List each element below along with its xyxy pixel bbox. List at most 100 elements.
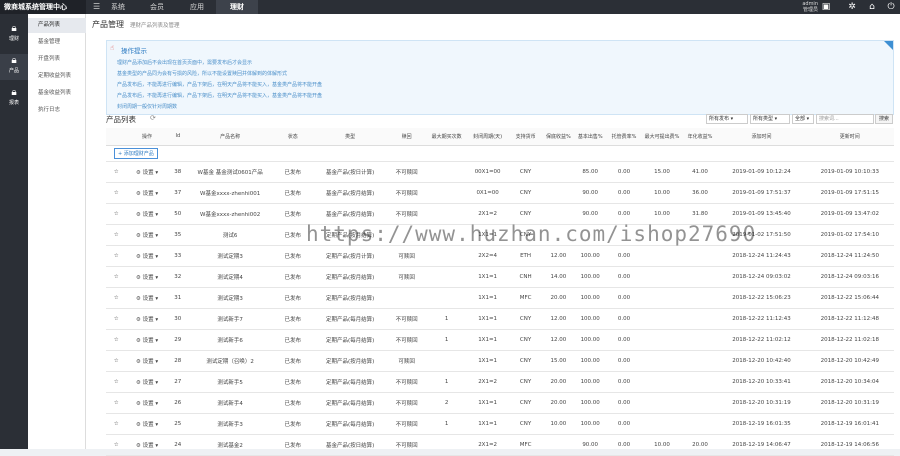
- settings-dropdown[interactable]: ⚙ 设置 ▾: [126, 287, 168, 309]
- favorite-star-icon[interactable]: ☆: [106, 287, 127, 309]
- table-cell: 00X1=00: [467, 161, 509, 183]
- settings-dropdown[interactable]: ⚙ 设置 ▾: [126, 413, 168, 435]
- settings-dropdown[interactable]: ⚙ 设置 ▾: [126, 266, 168, 288]
- favorite-star-icon[interactable]: ☆: [106, 329, 127, 351]
- submenu-item-fixed-income[interactable]: 定期收益列表: [28, 69, 86, 84]
- favorite-star-icon[interactable]: ☆: [106, 161, 127, 183]
- table-cell: ETH: [508, 245, 544, 267]
- table-cell: 已发布: [272, 287, 314, 309]
- sidebar-item-products[interactable]: 🔒︎ 产品: [0, 54, 28, 80]
- search-button[interactable]: 搜索: [875, 114, 893, 124]
- power-icon[interactable]: ⏻: [885, 0, 897, 14]
- settings-dropdown[interactable]: ⚙ 设置 ▾: [126, 329, 168, 351]
- favorite-star-icon[interactable]: ☆: [106, 224, 127, 246]
- table-cell: 2019-01-09 17:51:37: [717, 182, 806, 204]
- type-filter-select[interactable]: 所有类型 ▾: [750, 114, 790, 124]
- tip-line: 产品发布后，不能再进行编辑，产品下架后，在明天产品将不能买入，基金类产品将不能开…: [117, 82, 323, 88]
- gear-icon: ⚙: [135, 295, 143, 302]
- settings-dropdown[interactable]: ⚙ 设置 ▾: [126, 203, 168, 225]
- sidebar-item-label: 产品: [8, 68, 19, 74]
- settings-dropdown[interactable]: ⚙ 设置 ▾: [126, 308, 168, 330]
- gear-icon: ⚙: [135, 169, 143, 176]
- table-cell: 定期产品(按月结算): [313, 266, 388, 288]
- sidebar-item-reports[interactable]: 🔒︎ 报表: [0, 86, 28, 112]
- submenu-item-product-list[interactable]: 产品列表: [28, 18, 86, 33]
- table-cell: 测试定期（召唤）2: [188, 350, 273, 372]
- table-cell: 2018-12-24 11:24:43: [717, 245, 806, 267]
- favorite-star-icon[interactable]: ☆: [106, 434, 127, 456]
- chevron-down-icon: ▾: [153, 442, 159, 449]
- nav-apps[interactable]: 应用: [185, 0, 209, 14]
- table-cell: 100.00: [573, 245, 607, 267]
- favorite-star-icon[interactable]: ☆: [106, 203, 127, 225]
- table-cell: 定期产品(每月结算): [313, 392, 388, 414]
- favorite-star-icon[interactable]: ☆: [106, 182, 127, 204]
- user-info[interactable]: admin 管理员: [790, 0, 818, 14]
- network-icon[interactable]: ✲: [846, 0, 858, 14]
- table-cell: 已发布: [272, 371, 314, 393]
- table-cell: 基金产品(按日计算): [313, 161, 388, 183]
- add-row: + 添加理财产品: [106, 145, 894, 162]
- table-cell: 2018-12-20 10:42:49: [805, 350, 894, 372]
- settings-dropdown[interactable]: ⚙ 设置 ▾: [126, 350, 168, 372]
- settings-dropdown[interactable]: ⚙ 设置 ▾: [126, 182, 168, 204]
- favorite-star-icon[interactable]: ☆: [106, 371, 127, 393]
- column-header: 操作: [126, 128, 168, 146]
- favorite-star-icon[interactable]: ☆: [106, 266, 127, 288]
- submenu-item-fund-income[interactable]: 基金收益列表: [28, 86, 86, 101]
- settings-dropdown[interactable]: ⚙ 设置 ▾: [126, 161, 168, 183]
- sidebar-item-finance[interactable]: 🔒︎ 理财: [0, 22, 28, 48]
- table-cell: 1: [426, 413, 468, 435]
- table-cell: [682, 308, 718, 330]
- table-cell: [682, 350, 718, 372]
- table-cell: [682, 245, 718, 267]
- favorite-star-icon[interactable]: ☆: [106, 350, 127, 372]
- scope-filter-value: 全部: [795, 116, 806, 122]
- settings-dropdown[interactable]: ⚙ 设置 ▾: [126, 434, 168, 456]
- table-cell: [426, 434, 468, 456]
- home-icon[interactable]: ⌂: [866, 0, 878, 14]
- table-cell: CNY: [508, 308, 544, 330]
- table-cell: [543, 203, 574, 225]
- table-cell: 2018-12-19 14:06:56: [805, 434, 894, 456]
- status-filter-select[interactable]: 所有发布 ▾: [706, 114, 748, 124]
- column-header: 最大期买次数: [426, 128, 468, 146]
- column-header: 类型: [313, 128, 388, 146]
- nav-finance[interactable]: 理财: [216, 0, 258, 14]
- table-cell: 15.00: [641, 161, 683, 183]
- settings-dropdown[interactable]: ⚙ 设置 ▾: [126, 371, 168, 393]
- chevron-down-icon: ▾: [153, 379, 159, 386]
- column-header: 产品名称: [188, 128, 273, 146]
- table-cell: [682, 287, 718, 309]
- favorite-star-icon[interactable]: ☆: [106, 413, 127, 435]
- settings-label: 设置: [142, 211, 154, 218]
- table-cell: 2018-12-22 11:02:18: [805, 329, 894, 351]
- nav-members[interactable]: 会员: [145, 0, 169, 14]
- table-cell: 不可赎回: [387, 413, 427, 435]
- table-cell: [543, 182, 574, 204]
- settings-dropdown[interactable]: ⚙ 设置 ▾: [126, 245, 168, 267]
- nav-system[interactable]: 系统: [106, 0, 130, 14]
- favorite-star-icon[interactable]: ☆: [106, 245, 127, 267]
- table-cell: 100.00: [573, 308, 607, 330]
- table-cell: 85.00: [573, 161, 607, 183]
- settings-dropdown[interactable]: ⚙ 设置 ▾: [126, 224, 168, 246]
- table-cell: 10.00: [641, 203, 683, 225]
- table-cell: 50: [167, 203, 189, 225]
- table-cell: CNY: [508, 392, 544, 414]
- scope-filter-select[interactable]: 全部 ▾: [792, 114, 814, 124]
- search-input[interactable]: 搜索词...: [816, 114, 874, 124]
- favorite-star-icon[interactable]: ☆: [106, 308, 127, 330]
- tip-line: 基金类型的产品同为会有亏损的风险，所以不能设置赎回并体解到的体解形式: [117, 71, 288, 77]
- add-product-button[interactable]: + 添加理财产品: [114, 147, 158, 159]
- table-cell: [426, 287, 468, 309]
- menu-toggle-icon[interactable]: ☰: [93, 3, 101, 11]
- submenu-item-opening-list[interactable]: 开盘列表: [28, 52, 86, 67]
- settings-dropdown[interactable]: ⚙ 设置 ▾: [126, 392, 168, 414]
- refresh-icon[interactable]: ⟳: [150, 114, 156, 122]
- favorite-star-icon[interactable]: ☆: [106, 392, 127, 414]
- user-card-icon[interactable]: ▣: [820, 0, 832, 14]
- table-cell: 0.00: [606, 329, 642, 351]
- submenu-item-exec-log[interactable]: 执行日志: [28, 103, 86, 118]
- submenu-item-fund-management[interactable]: 基金管理: [28, 35, 86, 50]
